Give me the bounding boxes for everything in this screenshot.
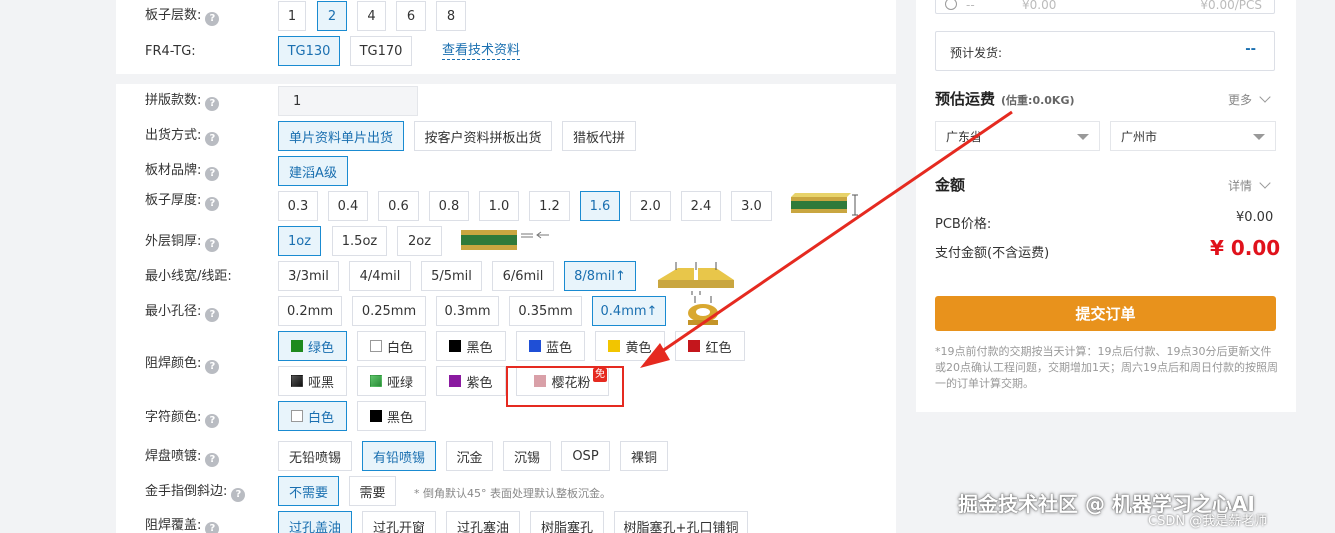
annotation-arrow <box>640 110 1013 368</box>
watermark-sub: CSDN @我是薪老师 <box>1148 514 1268 529</box>
